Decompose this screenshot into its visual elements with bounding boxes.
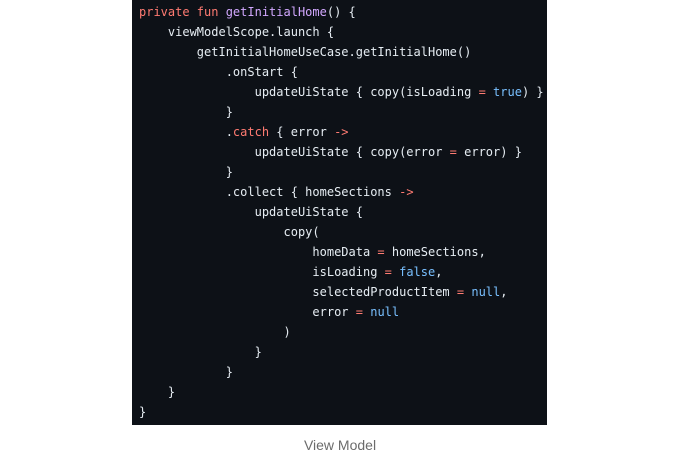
- code-token: }: [139, 365, 233, 379]
- code-token: .collect { homeSections: [139, 185, 400, 199]
- code-line: ): [139, 322, 291, 342]
- code-block: private fun getInitialHome() { viewModel…: [132, 0, 547, 425]
- code-line: }: [139, 102, 233, 122]
- code-token: }: [139, 385, 176, 399]
- code-token: true: [493, 85, 522, 99]
- code-line: viewModelScope.launch {: [139, 22, 334, 42]
- code-token: catch: [232, 125, 270, 139]
- code-line: }: [139, 382, 175, 402]
- code-line: }: [139, 362, 233, 382]
- code-token: () {: [326, 5, 356, 19]
- code-token: viewModelScope.launch {: [139, 25, 335, 39]
- code-line: error = null: [139, 302, 399, 322]
- code-token: ->: [399, 185, 414, 199]
- code-line: .collect { homeSections ->: [139, 182, 414, 202]
- code-token: private fun: [139, 5, 226, 19]
- code-token: }: [139, 105, 233, 119]
- caption: View Model: [303, 437, 377, 453]
- code-line: }: [139, 342, 262, 362]
- code-token: homeSections,: [384, 245, 486, 259]
- code-token: null: [471, 285, 501, 299]
- code-token: updateUiState {: [139, 205, 363, 219]
- code-line: private fun getInitialHome() {: [139, 2, 356, 22]
- code-token: =: [384, 265, 392, 279]
- code-token: =: [449, 145, 457, 159]
- code-token: .onStart {: [139, 65, 298, 79]
- code-line: .catch { error ->: [139, 122, 349, 142]
- code-token: }: [139, 345, 262, 359]
- code-token: false: [399, 265, 436, 279]
- code-line: .onStart {: [139, 62, 298, 82]
- code-token: .: [139, 125, 233, 139]
- code-line: }: [139, 402, 146, 422]
- code-token: ,: [435, 265, 443, 279]
- code-token: isLoading: [139, 265, 385, 279]
- code-token: =: [478, 85, 486, 99]
- code-line: updateUiState {: [139, 202, 363, 222]
- code-line: isLoading = false,: [139, 262, 442, 282]
- code-line: getInitialHomeUseCase.getInitialHome(): [139, 42, 472, 62]
- code-token: getInitialHome: [225, 5, 327, 19]
- code-line: homeData = homeSections,: [139, 242, 486, 262]
- code-token: getInitialHomeUseCase.getInitialHome(): [139, 45, 472, 59]
- code-token: null: [370, 305, 400, 319]
- code-token: ) }: [521, 85, 544, 99]
- code-token: }: [139, 405, 147, 419]
- code-line: updateUiState { copy(isLoading = true) }: [139, 82, 544, 102]
- code-token: { error: [269, 125, 335, 139]
- code-token: error) }: [456, 145, 522, 159]
- code-token: ,: [500, 285, 508, 299]
- code-token: homeData: [139, 245, 378, 259]
- code-token: selectedProductItem: [139, 285, 457, 299]
- code-line: copy(: [139, 222, 320, 242]
- code-line: selectedProductItem = null,: [139, 282, 508, 302]
- code-token: error: [139, 305, 356, 319]
- code-token: copy(: [139, 225, 320, 239]
- code-line: }: [139, 162, 233, 182]
- code-token: ->: [334, 125, 349, 139]
- code-line: updateUiState { copy(error = error) }: [139, 142, 522, 162]
- code-token: updateUiState { copy(isLoading: [139, 85, 479, 99]
- code-token: updateUiState { copy(error: [139, 145, 450, 159]
- code-token: }: [139, 165, 233, 179]
- code-token: =: [377, 245, 385, 259]
- code-token: =: [355, 305, 363, 319]
- code-token: ): [139, 325, 291, 339]
